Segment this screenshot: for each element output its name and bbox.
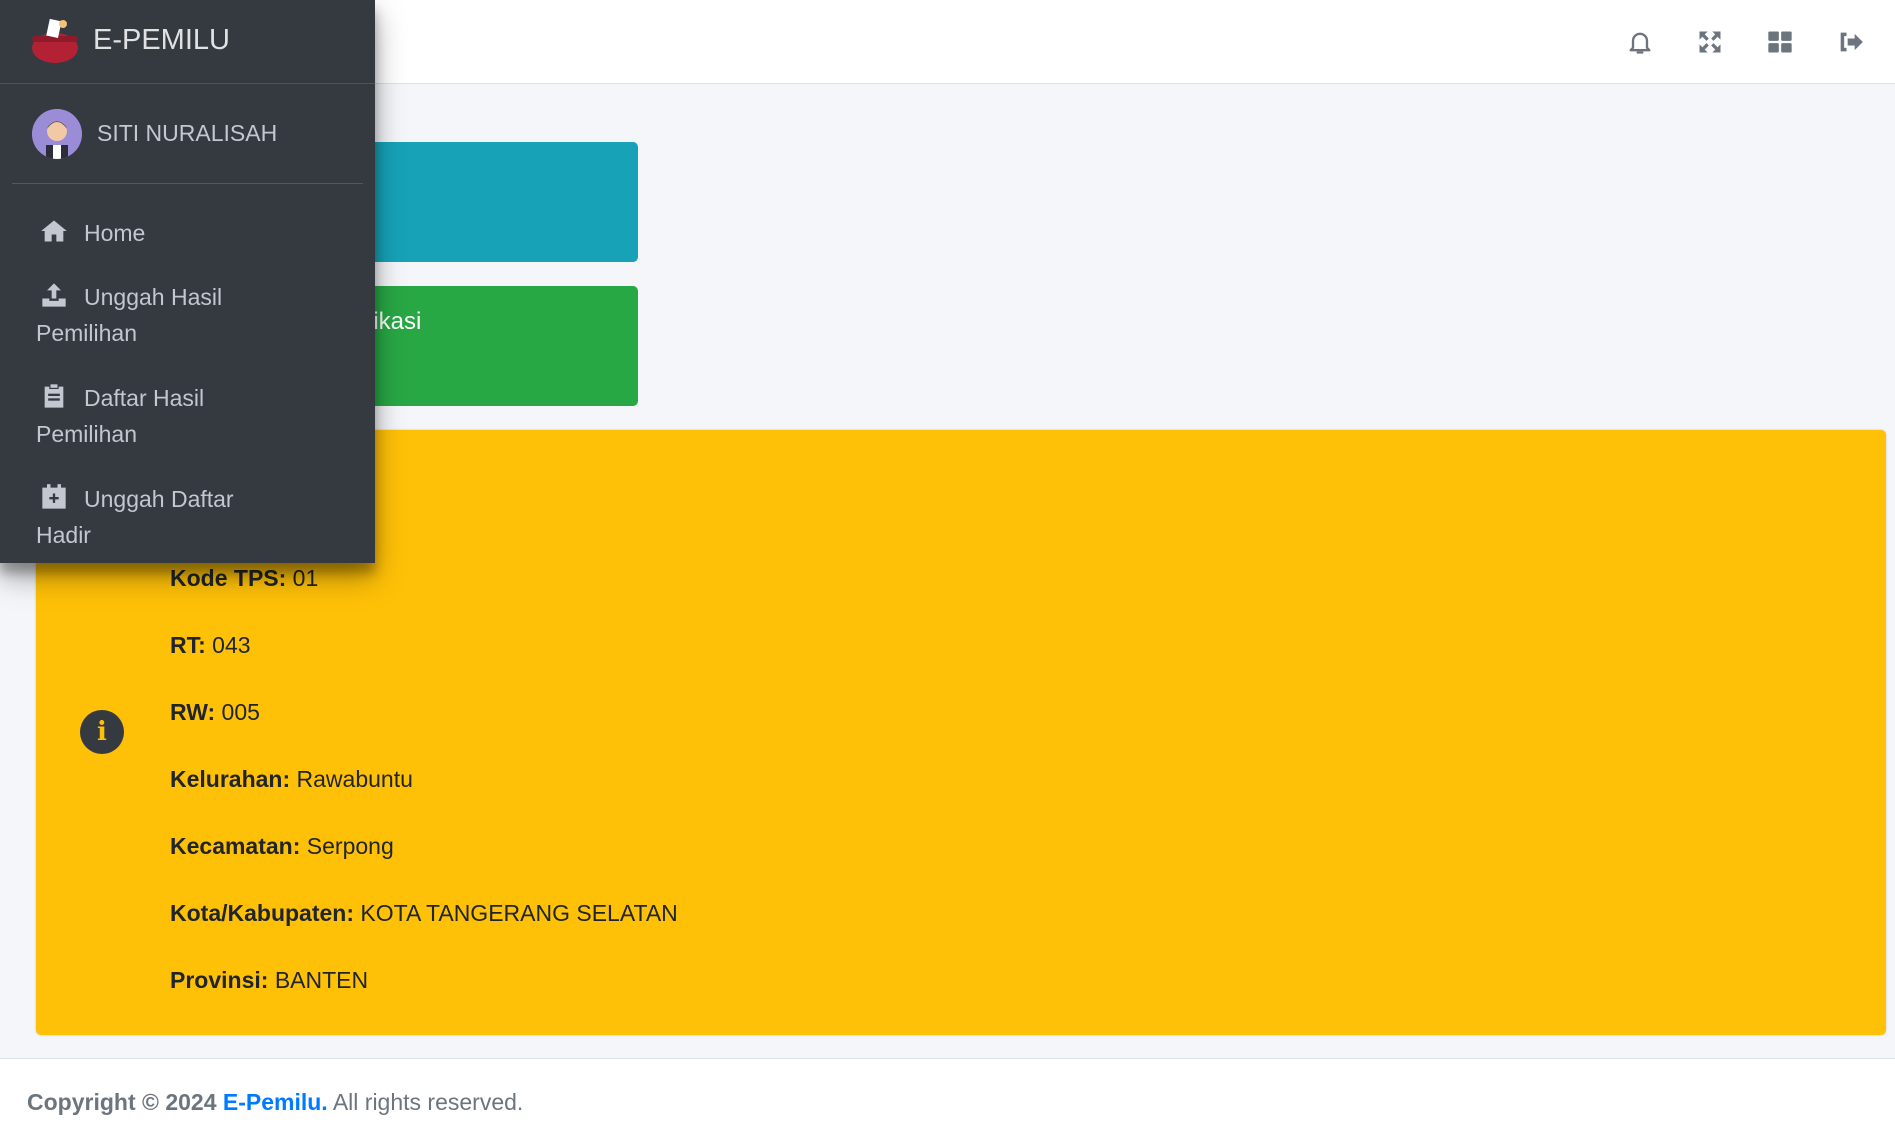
green-info-box: erifikasi bbox=[340, 286, 638, 406]
calendar-plus-icon bbox=[40, 483, 72, 511]
kecamatan-row: Kecamatan: Serpong bbox=[170, 833, 394, 859]
sidebar-item-label: Daftar Hasil bbox=[84, 385, 205, 411]
logout-icon bbox=[1840, 32, 1863, 52]
sidebar-item-label: Home bbox=[84, 220, 146, 246]
bell-icon bbox=[1629, 32, 1651, 54]
sidebar-item-home[interactable]: Home bbox=[0, 205, 375, 269]
fullscreen-button[interactable] bbox=[1675, 0, 1745, 84]
sidebar-item-upload-attendance[interactable]: Unggah Daftar Hadir bbox=[0, 471, 375, 572]
sidebar-item-results-list[interactable]: Daftar Hasil Pemilihan bbox=[0, 370, 375, 471]
sidebar-item-label-line2: Pemilihan bbox=[36, 320, 137, 346]
sidebar-item-upload-results[interactable]: Unggah Hasil Pemilihan bbox=[0, 269, 375, 370]
rt-row: RT: 043 bbox=[170, 632, 251, 658]
sidebar-item-label: Unggah Daftar bbox=[84, 486, 234, 512]
copyright-text: Copyright © 2024 bbox=[27, 1089, 217, 1115]
sidebar-item-label-line2: Pemilihan bbox=[36, 421, 137, 447]
apps-button[interactable] bbox=[1745, 0, 1815, 84]
info-icon: i bbox=[80, 710, 124, 754]
notifications-button[interactable] bbox=[1605, 0, 1675, 84]
avatar bbox=[32, 109, 82, 159]
provinsi-row: Provinsi: BANTEN bbox=[170, 967, 369, 993]
kode-tps-row: Kode TPS: 01 bbox=[170, 565, 319, 591]
kota-row: Kota/Kabupaten: KOTA TANGERANG SELATAN bbox=[170, 900, 678, 926]
footer-text: Copyright © 2024 E-Pemilu. All rights re… bbox=[27, 1089, 523, 1116]
rights-text: All rights reserved. bbox=[332, 1089, 524, 1115]
navbar-icons bbox=[1605, 0, 1885, 84]
brand-link[interactable]: E-PEMILU bbox=[0, 0, 375, 84]
clipboard-list-icon bbox=[40, 382, 72, 410]
tps-details: Kode TPS: 01 RT: 043 RW: 005 Kelurahan: … bbox=[170, 562, 678, 1031]
sidebar-item-label: Unggah Hasil bbox=[84, 284, 223, 310]
brand-name: E-PEMILU bbox=[93, 24, 230, 56]
footer-brand-link[interactable]: E-Pemilu. bbox=[223, 1089, 328, 1115]
rw-row: RW: 005 bbox=[170, 699, 260, 725]
kelurahan-row: Kelurahan: Rawabuntu bbox=[170, 766, 413, 792]
home-icon bbox=[40, 217, 72, 245]
sidebar: E-PEMILU SITI NURALISAH Home Unggah Hasi… bbox=[0, 0, 375, 563]
sidebar-item-label-line2: Hadir bbox=[36, 522, 91, 548]
user-name: SITI NURALISAH bbox=[97, 120, 278, 146]
user-panel[interactable]: SITI NURALISAH bbox=[12, 85, 363, 184]
teal-info-box bbox=[340, 142, 638, 262]
fullscreen-icon bbox=[1699, 31, 1721, 53]
apps-grid-icon bbox=[1768, 31, 1792, 53]
sidebar-menu: Home Unggah Hasil Pemilihan Daftar Hasil… bbox=[0, 205, 375, 572]
upload-icon bbox=[40, 281, 72, 309]
ballot-box-logo-icon bbox=[32, 18, 78, 63]
logout-button[interactable] bbox=[1815, 0, 1885, 84]
footer: Copyright © 2024 E-Pemilu. All rights re… bbox=[0, 1058, 1895, 1143]
